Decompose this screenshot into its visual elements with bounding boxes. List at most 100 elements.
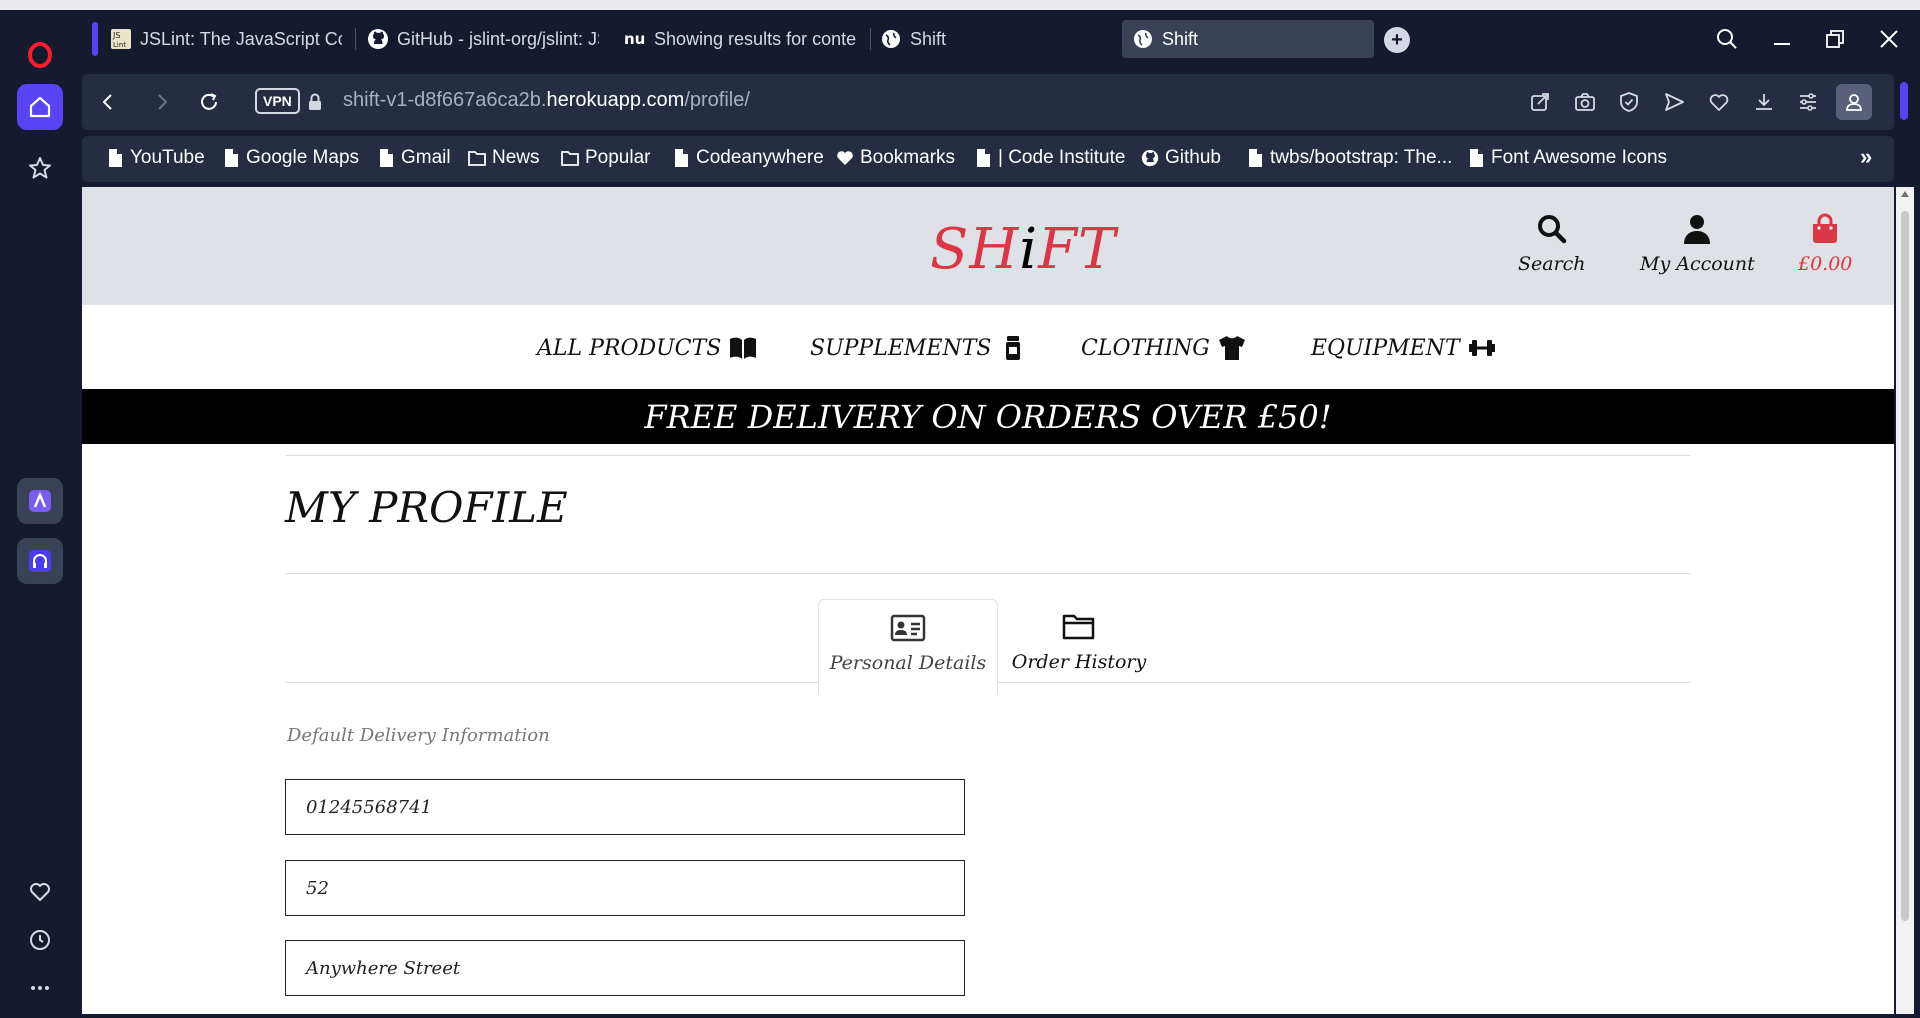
nav-supplements[interactable]: SUPPLEMENTS [810, 335, 1027, 361]
url-field[interactable]: shift-v1-d8f667a6ca2b.herokuapp.com/prof… [343, 89, 750, 112]
divider [285, 573, 1691, 574]
bookmark-heart-icon[interactable] [1705, 88, 1733, 116]
shift-logo[interactable]: SHiFT [930, 217, 1116, 282]
bookmark-code-institute[interactable]: | Code Institute [974, 146, 1125, 170]
account-label: My Account [1640, 253, 1755, 275]
tab-github[interactable]: GitHub - jslint-org/jslint: JSLint [357, 20, 609, 58]
bookmark-folder-popular[interactable]: Popular [561, 146, 651, 170]
tab-island-accent [92, 22, 98, 56]
share-icon[interactable] [1526, 88, 1554, 116]
bookmark-google-maps[interactable]: Google Maps [222, 146, 359, 170]
page-icon [1470, 149, 1483, 167]
tab-nu-validator[interactable]: nu Showing results for content [614, 20, 866, 58]
nav-label: CLOTHING [1081, 335, 1210, 361]
sidebar-scroll-indicator [1900, 82, 1908, 120]
search-link[interactable]: Search [1518, 213, 1586, 275]
tab-label: Personal Details [829, 652, 987, 674]
music-player-icon[interactable] [17, 538, 63, 584]
easy-setup-icon[interactable] [1794, 88, 1822, 116]
tab-search-icon[interactable] [1712, 24, 1742, 54]
bookmark-font-awesome[interactable]: Font Awesome Icons [1467, 146, 1667, 170]
svg-text:JS: JS [112, 31, 120, 40]
shopping-bag-link[interactable]: £0.00 [1798, 213, 1852, 275]
camera-icon[interactable] [1571, 88, 1599, 116]
bookmark-label: News [492, 147, 540, 168]
bookmark-label: | Code Institute [998, 147, 1126, 168]
shopping-bag-icon [1813, 213, 1838, 243]
page-scrollbar[interactable] [1896, 187, 1914, 1014]
my-account-link[interactable]: My Account [1640, 213, 1755, 275]
nav-label: EQUIPMENT [1311, 335, 1460, 361]
page-viewport: SHiFT Search My Account £0.00 ALL PRODUC… [82, 187, 1894, 1014]
nu-favicon: nu [624, 28, 646, 50]
tab-title: JSLint: The JavaScript Code Quality Tool [140, 28, 342, 49]
nav-clothing[interactable]: CLOTHING [1081, 335, 1246, 361]
url-host: herokuapp.com [546, 89, 685, 111]
more-dots-icon[interactable] [17, 965, 63, 1011]
book-open-icon [730, 337, 757, 359]
opera-menu-icon[interactable] [17, 32, 63, 78]
bookmark-gmail[interactable]: Gmail [377, 146, 451, 170]
bag-total: £0.00 [1798, 253, 1853, 275]
back-icon[interactable] [94, 88, 122, 116]
tab-shift-active[interactable]: Shift [1122, 20, 1374, 58]
tab-jslint[interactable]: JSLint JSLint: The JavaScript Code Quali… [100, 20, 352, 58]
logo-letter-i: i [1019, 217, 1039, 282]
reload-icon[interactable] [195, 88, 223, 116]
bookmark-label: Bookmarks [860, 147, 956, 168]
vpn-badge[interactable]: VPN [255, 88, 300, 114]
site-header: SHiFT Search My Account £0.00 [82, 187, 1894, 305]
forward-icon[interactable] [148, 88, 176, 116]
bookmark-codeanywhere[interactable]: Codeanywhere [672, 146, 824, 170]
restore-icon[interactable] [1820, 24, 1850, 54]
bookmark-bootstrap[interactable]: twbs/bootstrap: The... [1246, 146, 1452, 170]
tab-title: Shift [910, 28, 947, 49]
user-icon [1684, 215, 1711, 244]
bookmark-label: Font Awesome Icons [1491, 147, 1668, 168]
new-tab-button[interactable]: + [1384, 27, 1410, 53]
scroll-up-arrow-icon[interactable] [1901, 191, 1909, 197]
svg-text:Lint: Lint [113, 41, 126, 49]
search-icon [1537, 215, 1567, 244]
nav-label: SUPPLEMENTS [810, 335, 992, 361]
send-icon[interactable] [1660, 88, 1688, 116]
logo-text: FT [1038, 217, 1117, 282]
lock-icon[interactable] [301, 88, 329, 116]
download-icon[interactable] [1750, 88, 1778, 116]
speed-dial-icon[interactable] [17, 145, 63, 191]
bookmark-bookmarks[interactable]: Bookmarks [836, 146, 955, 170]
tab-order-history[interactable]: Order History [998, 599, 1160, 695]
bookmarks-overflow-chevron-icon[interactable]: » [1860, 144, 1872, 170]
bookmark-github[interactable]: Github [1141, 146, 1221, 170]
bookmark-label: twbs/bootstrap: The... [1270, 147, 1453, 168]
home-icon[interactable] [17, 84, 63, 130]
tab-personal-details[interactable]: Personal Details [818, 599, 998, 695]
search-label: Search [1518, 253, 1586, 275]
page-title: MY PROFILE [285, 483, 568, 532]
tab-shift[interactable]: Shift [870, 20, 1050, 58]
profile-icon[interactable] [1836, 84, 1872, 120]
adblock-shield-icon[interactable] [1615, 88, 1643, 116]
nav-all-products[interactable]: ALL PRODUCTS [537, 335, 757, 361]
page-icon [1249, 149, 1262, 167]
history-clock-icon[interactable] [17, 917, 63, 963]
close-icon[interactable] [1874, 24, 1904, 54]
phone-number-field[interactable]: 01245568741 [285, 779, 965, 835]
street-address2-field[interactable]: Anywhere Street [285, 940, 965, 996]
main-nav: ALL PRODUCTS SUPPLEMENTS CLOTHING EQUIPM… [82, 305, 1894, 389]
url-prefix: shift-v1-d8f667a6ca2b. [343, 89, 547, 111]
my-flow-heart-icon[interactable] [17, 869, 63, 915]
street-address1-field[interactable]: 52 [285, 860, 965, 916]
minimize-icon[interactable] [1767, 24, 1797, 54]
github-icon [1141, 149, 1159, 167]
browser-sidebar [0, 10, 78, 1018]
page-icon [109, 149, 122, 167]
delivery-banner: FREE DELIVERY ON ORDERS OVER £50! [82, 389, 1894, 444]
nav-equipment[interactable]: EQUIPMENT [1311, 335, 1496, 361]
section-heading: Default Delivery Information [287, 725, 550, 746]
bookmark-folder-news[interactable]: News [468, 146, 540, 170]
scrollbar-thumb[interactable] [1901, 211, 1909, 921]
bookmark-youtube[interactable]: YouTube [106, 146, 205, 170]
page-icon [977, 149, 990, 167]
aria-app-icon[interactable] [17, 478, 63, 524]
